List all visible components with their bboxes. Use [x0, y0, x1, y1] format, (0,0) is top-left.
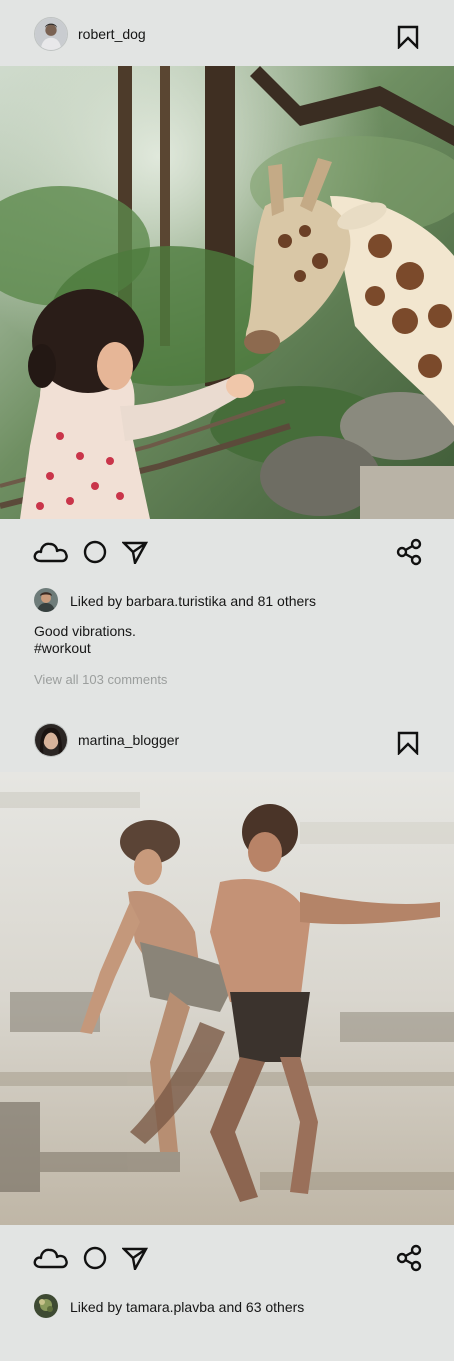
likes-row: Liked by barbara.turistika and 81 others — [34, 588, 434, 612]
circle-icon[interactable] — [83, 540, 107, 576]
cloud-icon[interactable] — [33, 1246, 69, 1282]
feed-post: robert_dog Liked by barbara.turistika an… — [0, 0, 454, 706]
post-actions — [0, 534, 454, 570]
likes-text: Liked by barbara.turistika and 81 others — [70, 592, 316, 610]
user-avatar[interactable] — [34, 588, 58, 612]
post-image[interactable] — [0, 772, 454, 1225]
feed-post: martina_blogger Liked by tamara.plavba a… — [0, 706, 454, 1361]
likes-row: Liked by tamara.plavba and 63 others — [34, 1294, 434, 1318]
post-username[interactable]: martina_blogger — [78, 731, 179, 749]
post-header: robert_dog — [0, 0, 454, 66]
user-avatar[interactable] — [34, 17, 68, 51]
bookmark-icon[interactable] — [397, 25, 419, 49]
post-caption: Good vibrations. — [34, 623, 136, 639]
post-image[interactable] — [0, 66, 454, 519]
share-icon[interactable] — [396, 1244, 422, 1280]
bookmark-icon[interactable] — [397, 731, 419, 755]
view-comments-link[interactable]: View all 103 comments — [34, 671, 167, 689]
post-hashtag[interactable]: #workout — [34, 639, 91, 657]
likes-suffix[interactable]: and 81 others — [226, 593, 316, 609]
user-avatar[interactable] — [34, 723, 68, 757]
post-actions — [0, 1240, 454, 1276]
send-icon[interactable] — [122, 1246, 148, 1282]
liked-by-username[interactable]: tamara.plavba — [126, 1299, 215, 1315]
user-avatar[interactable] — [34, 1294, 58, 1318]
liked-by-username[interactable]: barbara.turistika — [126, 593, 226, 609]
likes-suffix[interactable]: and 63 others — [215, 1299, 305, 1315]
post-username[interactable]: robert_dog — [78, 25, 146, 43]
likes-text: Liked by tamara.plavba and 63 others — [70, 1298, 304, 1316]
cloud-icon[interactable] — [33, 540, 69, 576]
likes-prefix: Liked by — [70, 593, 127, 609]
share-icon[interactable] — [396, 538, 422, 574]
likes-prefix: Liked by — [70, 1299, 127, 1315]
circle-icon[interactable] — [83, 1246, 107, 1282]
send-icon[interactable] — [122, 540, 148, 576]
post-header: martina_blogger — [0, 706, 454, 772]
